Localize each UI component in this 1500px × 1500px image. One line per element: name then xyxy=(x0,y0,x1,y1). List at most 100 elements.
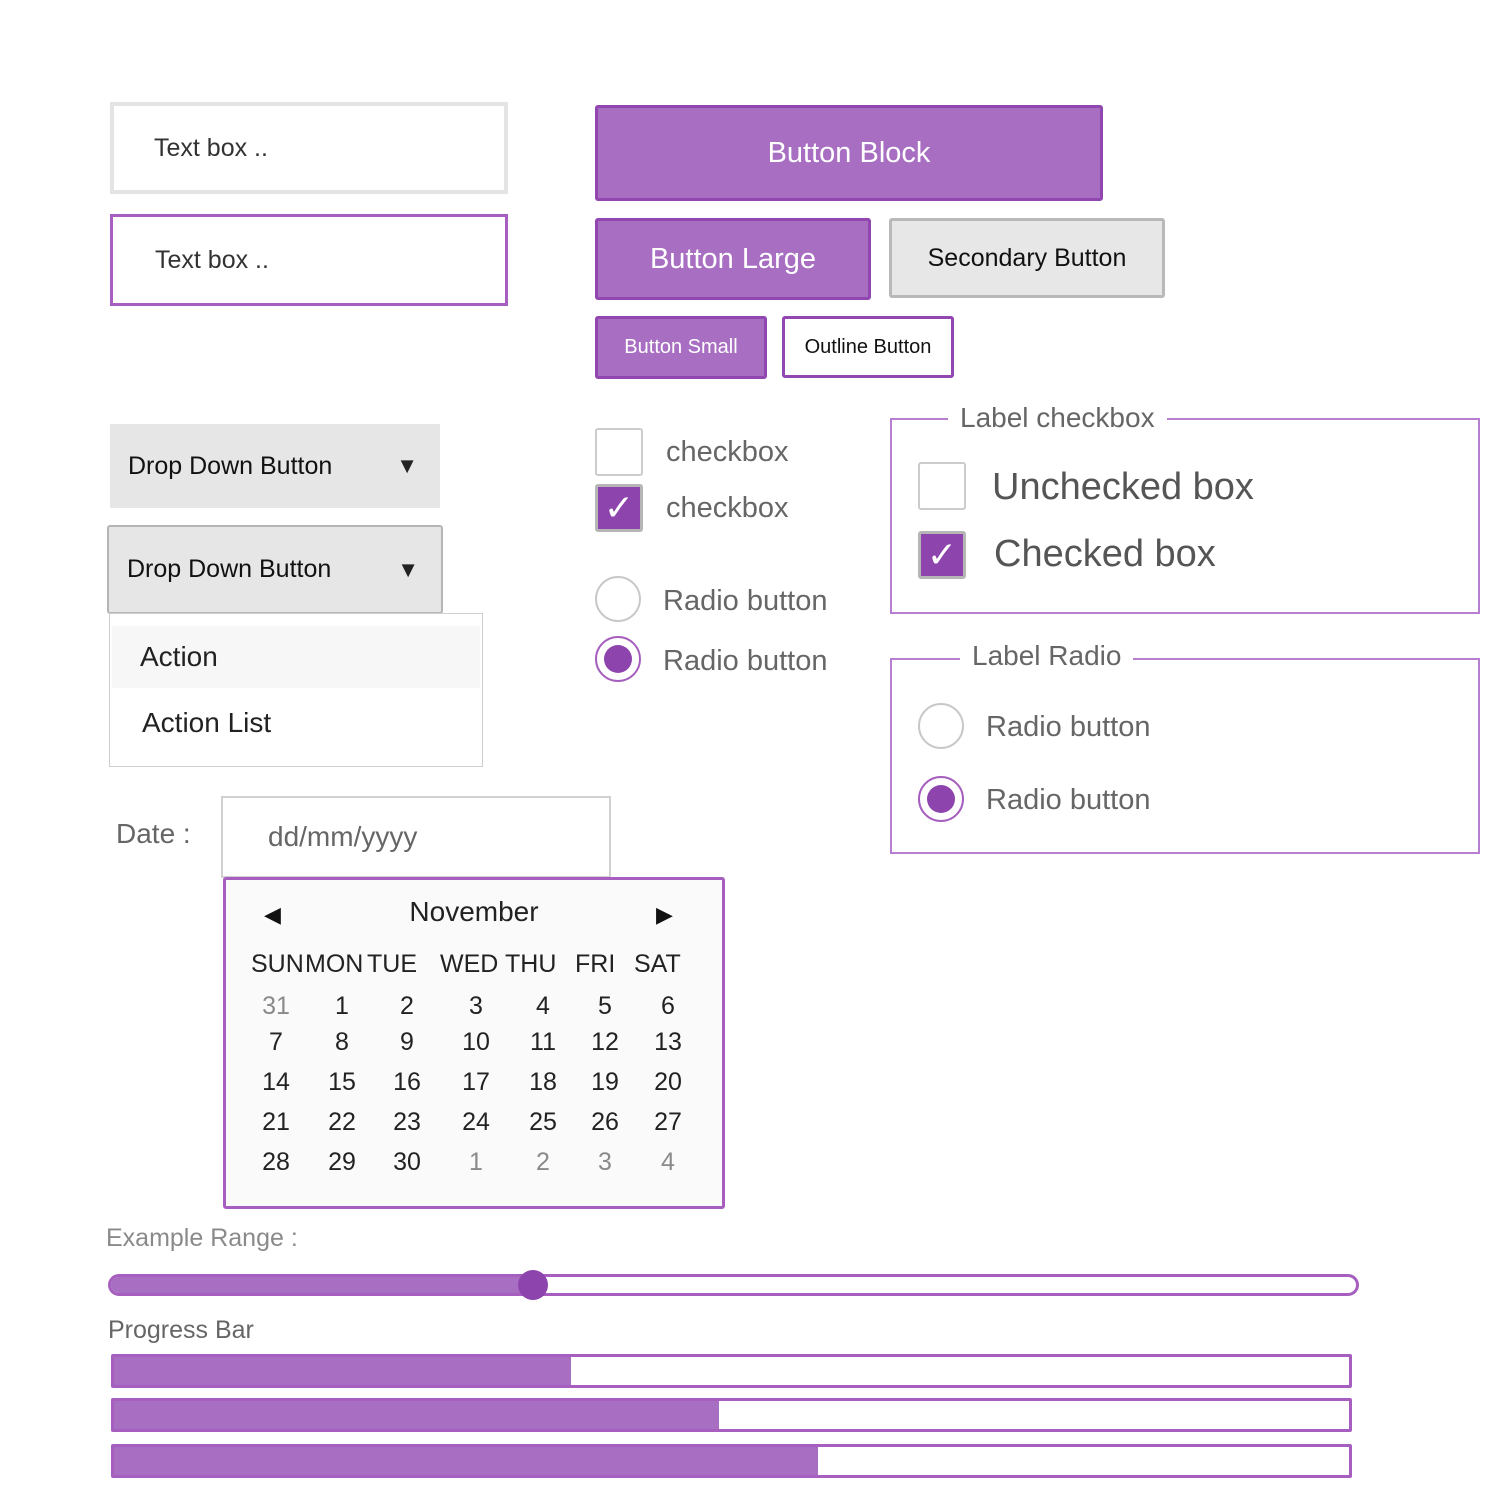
calendar-day[interactable]: 18 xyxy=(513,1068,573,1097)
calendar-month: November xyxy=(409,896,539,927)
weekday-header: SAT xyxy=(634,950,681,978)
progress-bar xyxy=(111,1398,1352,1432)
dropdown-button-open[interactable]: Drop Down Button ▼ xyxy=(107,525,443,614)
progress-fill xyxy=(114,1447,818,1475)
calendar-day[interactable]: 29 xyxy=(312,1148,372,1177)
calendar-day[interactable]: 30 xyxy=(377,1148,437,1177)
checkbox-checked[interactable]: ✓ xyxy=(918,531,966,579)
calendar-day[interactable]: 2 xyxy=(377,992,437,1021)
weekday-header: SUN xyxy=(251,950,304,978)
calendar-day[interactable]: 4 xyxy=(638,1148,698,1177)
progress-fill xyxy=(114,1357,571,1385)
calendar-day[interactable]: 21 xyxy=(246,1108,306,1137)
calendar-day[interactable]: 15 xyxy=(312,1068,372,1097)
calendar-day[interactable]: 8 xyxy=(312,1028,372,1057)
date-input[interactable]: dd/mm/yyyy xyxy=(221,796,611,878)
calendar-day[interactable]: 4 xyxy=(513,992,573,1021)
radio-label: Radio button xyxy=(663,585,828,617)
caret-down-icon: ▼ xyxy=(396,453,418,478)
radio-label: Radio button xyxy=(986,711,1151,743)
secondary-button[interactable]: Secondary Button xyxy=(889,218,1165,298)
calendar-day[interactable]: 1 xyxy=(446,1148,506,1177)
dropdown-item-action-list[interactable]: Action List xyxy=(112,692,480,754)
radio-label: Radio button xyxy=(663,645,828,677)
radio-dot xyxy=(927,785,955,813)
radio-dot xyxy=(604,645,632,673)
calendar-day[interactable]: 19 xyxy=(575,1068,635,1097)
weekday-header: TUE xyxy=(367,950,417,978)
date-label: Date : xyxy=(116,818,191,849)
checkbox-label: Checked box xyxy=(994,533,1216,575)
calendar-day[interactable]: 26 xyxy=(575,1108,635,1137)
calendar-day[interactable]: 13 xyxy=(638,1028,698,1057)
progress-bar xyxy=(111,1354,1352,1388)
calendar-day[interactable]: 6 xyxy=(638,992,698,1021)
weekday-header: MON xyxy=(305,950,364,978)
calendar-day[interactable]: 7 xyxy=(246,1028,306,1057)
next-month-icon[interactable]: ▶ xyxy=(656,902,673,928)
dropdown-menu: Action Action List xyxy=(109,613,483,767)
calendar-day[interactable]: 9 xyxy=(377,1028,437,1057)
checkbox-unchecked[interactable] xyxy=(595,428,643,476)
checkbox-group-legend: Label checkbox xyxy=(948,404,1167,432)
range-fill xyxy=(111,1277,535,1293)
calendar-day[interactable]: 31 xyxy=(246,992,306,1021)
text-box-default[interactable]: Text box .. xyxy=(110,102,508,194)
calendar-day[interactable]: 2 xyxy=(513,1148,573,1177)
outline-button[interactable]: Outline Button xyxy=(782,316,954,378)
check-icon: ✓ xyxy=(603,487,635,528)
caret-down-icon: ▼ xyxy=(397,556,419,582)
calendar-day[interactable]: 17 xyxy=(446,1068,506,1097)
calendar-day[interactable]: 22 xyxy=(312,1108,372,1137)
calendar-day[interactable]: 3 xyxy=(446,992,506,1021)
checkbox-label: checkbox xyxy=(666,492,789,524)
calendar: ◀ November ▶ SUN MON TUE WED THU FRI SAT 31 1 2 3 4… xyxy=(223,877,725,1209)
radio-label: Radio button xyxy=(986,784,1151,816)
range-label: Example Range : xyxy=(106,1224,298,1252)
radio-group xyxy=(890,658,1480,854)
progress-label: Progress Bar xyxy=(108,1316,254,1344)
calendar-day[interactable]: 11 xyxy=(513,1028,573,1057)
button-small[interactable]: Button Small xyxy=(595,316,767,379)
calendar-day[interactable]: 24 xyxy=(446,1108,506,1137)
dropdown-item-action[interactable]: Action xyxy=(112,626,480,688)
progress-bar xyxy=(111,1444,1352,1478)
calendar-day[interactable]: 10 xyxy=(446,1028,506,1057)
calendar-day[interactable]: 3 xyxy=(575,1148,635,1177)
calendar-day[interactable]: 1 xyxy=(312,992,372,1021)
dropdown-label: Drop Down Button xyxy=(128,451,333,480)
calendar-day[interactable]: 25 xyxy=(513,1108,573,1137)
date-placeholder: dd/mm/yyyy xyxy=(268,821,418,852)
calendar-day[interactable]: 5 xyxy=(575,992,635,1021)
progress-fill xyxy=(114,1401,720,1429)
calendar-day[interactable]: 14 xyxy=(246,1068,306,1097)
calendar-day[interactable]: 12 xyxy=(575,1028,635,1057)
checkbox-group xyxy=(890,418,1480,614)
range-slider[interactable] xyxy=(108,1274,1359,1296)
weekday-header: WED xyxy=(440,950,499,978)
checkbox-label: checkbox xyxy=(666,436,789,468)
dropdown-label: Drop Down Button xyxy=(127,555,332,583)
radio-unselected[interactable] xyxy=(918,703,964,749)
text-box-focused[interactable]: Text box .. xyxy=(110,214,508,306)
checkbox-label: Unchecked box xyxy=(992,466,1254,508)
checkbox-unchecked[interactable] xyxy=(918,462,966,510)
calendar-day[interactable]: 23 xyxy=(377,1108,437,1137)
weekday-header: FRI xyxy=(575,950,616,978)
weekday-header: THU xyxy=(505,950,557,978)
radio-selected[interactable] xyxy=(595,636,641,682)
dropdown-button[interactable]: Drop Down Button ▼ xyxy=(110,424,440,508)
checkbox-checked[interactable]: ✓ xyxy=(595,484,643,532)
calendar-day[interactable]: 20 xyxy=(638,1068,698,1097)
text-box-placeholder: Text box .. xyxy=(155,245,269,274)
calendar-day[interactable]: 28 xyxy=(246,1148,306,1177)
button-large[interactable]: Button Large xyxy=(595,218,871,300)
button-block[interactable]: Button Block xyxy=(595,105,1103,201)
text-box-placeholder: Text box .. xyxy=(154,133,268,162)
radio-unselected[interactable] xyxy=(595,576,641,622)
radio-selected[interactable] xyxy=(918,776,964,822)
calendar-day[interactable]: 16 xyxy=(377,1068,437,1097)
calendar-day[interactable]: 27 xyxy=(638,1108,698,1137)
check-icon: ✓ xyxy=(926,534,958,575)
radio-group-legend: Label Radio xyxy=(960,642,1134,670)
